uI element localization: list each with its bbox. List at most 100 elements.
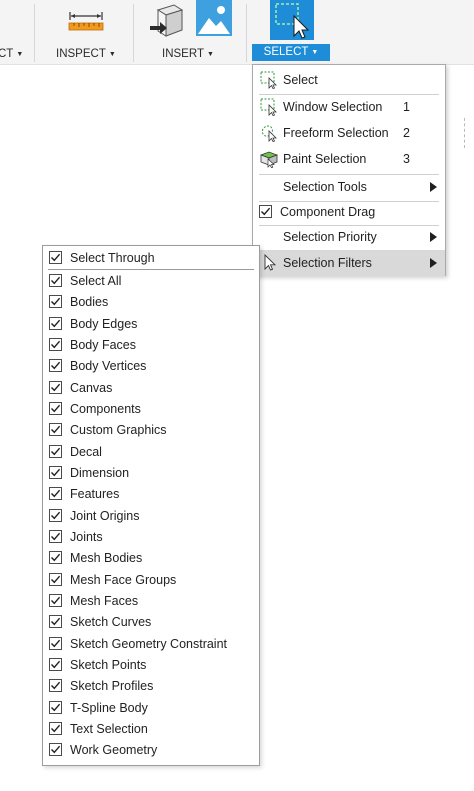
menu-item-paint-selection[interactable]: Paint Selection 3: [253, 146, 445, 172]
checkbox-checked-icon[interactable]: [49, 615, 62, 629]
filter-item[interactable]: Dimension: [43, 463, 259, 484]
checkbox-checked-icon[interactable]: [49, 295, 62, 309]
menu-item-label: Window Selection: [283, 100, 383, 114]
filter-item[interactable]: Decal: [43, 442, 259, 463]
menu-item-selection-tools[interactable]: Selection Tools: [253, 174, 445, 200]
filter-item-label: Dimension: [70, 466, 130, 480]
menu-item-label: Select: [283, 73, 318, 87]
checkbox-checked-icon[interactable]: [49, 593, 62, 607]
filter-item[interactable]: Features: [43, 484, 259, 505]
checkbox-checked-icon[interactable]: [49, 743, 62, 757]
menu-item-selection-filters[interactable]: Selection Filters: [253, 250, 445, 276]
filter-item-label: Sketch Profiles: [70, 679, 154, 694]
menu-item-freeform-selection[interactable]: Freeform Selection 2: [253, 120, 445, 146]
filter-item-label: Work Geometry: [70, 743, 158, 758]
shortcut-key: 3: [403, 152, 410, 166]
filter-item[interactable]: Joint Origins: [43, 506, 259, 527]
menu-item-label: Selection Priority: [283, 230, 377, 244]
filter-item[interactable]: Bodies: [43, 292, 259, 313]
filter-item[interactable]: Select All: [43, 271, 259, 292]
filter-item[interactable]: Sketch Geometry Constraint: [43, 634, 259, 655]
insert-image-icon[interactable]: [196, 0, 232, 36]
toolbar-divider: [34, 4, 35, 62]
menu-item-select[interactable]: Select: [253, 67, 445, 93]
checkbox-checked-icon[interactable]: [49, 466, 62, 479]
submenu-arrow-icon: [430, 182, 437, 192]
inspect-measure-icon[interactable]: [66, 8, 106, 32]
shortcut-key: 1: [403, 100, 410, 114]
filter-item-select-through[interactable]: Select Through: [43, 248, 259, 269]
filter-item-label: Bodies: [70, 295, 109, 310]
filter-item-label: Sketch Geometry Constraint: [70, 636, 228, 651]
toolbar-group-partial[interactable]: CT ▼: [0, 46, 23, 62]
filter-item[interactable]: Text Selection: [43, 719, 259, 740]
filter-item[interactable]: Sketch Points: [43, 655, 259, 676]
checkbox-checked-icon[interactable]: [49, 402, 62, 415]
filter-item-label: Mesh Bodies: [70, 551, 143, 566]
menu-item-label: Selection Filters: [283, 256, 372, 270]
insert-menu-button[interactable]: INSERT ▼: [162, 46, 214, 62]
filter-item[interactable]: Mesh Face Groups: [43, 570, 259, 591]
select-arrow-icon[interactable]: [270, 0, 314, 40]
select-menu-button[interactable]: SELECT ▼: [252, 44, 330, 61]
checkbox-checked-icon[interactable]: [49, 380, 62, 394]
inspect-menu-button[interactable]: INSPECT ▼: [56, 46, 116, 62]
menu-divider: [48, 269, 254, 270]
checkbox-checked-icon[interactable]: [49, 338, 62, 351]
paint-selection-icon: [259, 150, 279, 169]
checkbox-checked-icon[interactable]: [259, 205, 272, 218]
checkbox-checked-icon[interactable]: [49, 508, 62, 522]
filter-item[interactable]: Body Faces: [43, 335, 259, 356]
filter-item[interactable]: Work Geometry: [43, 740, 259, 761]
filter-item-label: Body Vertices: [70, 359, 147, 374]
filter-item-label: T-Spline Body: [70, 700, 148, 715]
filter-item[interactable]: Body Edges: [43, 314, 259, 335]
filter-item-label: Components: [70, 402, 141, 416]
checkbox-checked-icon[interactable]: [49, 359, 62, 373]
filter-item[interactable]: Sketch Curves: [43, 612, 259, 633]
checkbox-checked-icon[interactable]: [49, 721, 62, 735]
checkbox-checked-icon[interactable]: [49, 551, 62, 565]
filter-item-label: Sketch Curves: [70, 615, 152, 630]
menu-item-window-selection[interactable]: Window Selection 1: [253, 94, 445, 120]
filter-item-label: Body Edges: [70, 316, 138, 331]
checkbox-checked-icon[interactable]: [49, 316, 62, 330]
menu-item-label: Freeform Selection: [283, 126, 389, 140]
checkbox-checked-icon[interactable]: [49, 274, 62, 287]
filter-item[interactable]: Canvas: [43, 378, 259, 399]
checkbox-checked-icon[interactable]: [49, 572, 62, 586]
filter-item-label: Text Selection: [70, 721, 148, 736]
submenu-arrow-icon: [430, 258, 437, 268]
filter-item[interactable]: Sketch Profiles: [43, 676, 259, 697]
toolbar: CT ▼ INSPECT ▼ INSERT ▼ SELECT ▼: [0, 0, 474, 65]
filter-item[interactable]: T-Spline Body: [43, 698, 259, 719]
checkbox-checked-icon[interactable]: [49, 636, 62, 650]
selection-filters-menu: Select Through Select All Bodies Body Edge…: [42, 245, 260, 766]
filter-item[interactable]: Mesh Faces: [43, 591, 259, 612]
select-group[interactable]: SELECT ▼: [250, 0, 332, 64]
checkbox-checked-icon[interactable]: [49, 679, 62, 693]
filter-item-label: Decal: [70, 444, 102, 459]
checkbox-checked-icon[interactable]: [49, 487, 62, 501]
checkbox-checked-icon[interactable]: [49, 444, 62, 458]
submenu-arrow-icon: [430, 232, 437, 242]
checkbox-checked-icon[interactable]: [49, 251, 62, 264]
filter-item[interactable]: Mesh Bodies: [43, 548, 259, 569]
filter-item-label: Canvas: [70, 380, 113, 395]
insert-derive-icon[interactable]: [146, 2, 186, 40]
cursor-arrow-icon: [260, 253, 278, 272]
toolbar-divider: [246, 4, 247, 62]
filter-item[interactable]: Custom Graphics: [43, 420, 259, 441]
checkbox-checked-icon[interactable]: [49, 530, 62, 543]
checkbox-checked-icon[interactable]: [49, 657, 62, 671]
menu-item-component-drag[interactable]: Component Drag: [253, 199, 445, 225]
filter-item[interactable]: Components: [43, 399, 259, 420]
filter-item[interactable]: Joints: [43, 527, 259, 548]
menu-item-selection-priority[interactable]: Selection Priority: [253, 224, 445, 250]
filter-item[interactable]: Body Vertices: [43, 356, 259, 377]
checkbox-checked-icon[interactable]: [49, 423, 62, 437]
select-dropdown-menu: Select Window Selection 1 Freeform Selec…: [252, 64, 446, 276]
menu-item-label: Selection Tools: [283, 180, 367, 194]
checkbox-checked-icon[interactable]: [49, 700, 62, 714]
freeform-selection-icon: [260, 124, 278, 142]
